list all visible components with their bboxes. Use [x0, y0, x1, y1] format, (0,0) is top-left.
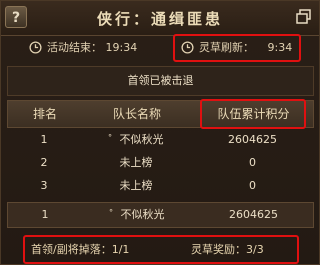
table-row: 3 未上榜 0	[7, 174, 314, 197]
column-header-rank: 排名	[32, 107, 57, 121]
activity-end-label: 活动结束：	[47, 41, 102, 54]
footer-highlight	[23, 235, 299, 264]
column-header-leader: 队长名称	[112, 107, 161, 121]
title-bar: ? 侠行：通缉匪患	[1, 1, 319, 36]
rank-cell: 2	[40, 156, 48, 169]
table-row: 2 未上榜 0	[7, 151, 314, 174]
rank-cell: 3	[40, 179, 48, 192]
herb-refresh-highlight	[173, 34, 301, 62]
score-cell: 0	[249, 179, 256, 192]
boss-status-notice: 首领已被击退	[7, 66, 314, 96]
my-team-row: 1 ゜不似秋光 2604625	[7, 202, 314, 228]
score-cell: 2604625	[228, 133, 277, 146]
my-score-cell: 2604625	[229, 208, 278, 221]
leader-name-cell: 未上榜	[119, 156, 153, 169]
clock-icon	[29, 40, 42, 54]
activity-end-time: 19:34	[105, 41, 138, 54]
my-leader-name-cell: ゜不似秋光	[109, 208, 165, 221]
table-row: 1 ゜不似秋光 2604625	[7, 128, 314, 151]
leader-name-cell: 未上榜	[119, 179, 153, 192]
leader-name-cell: ゜不似秋光	[108, 133, 164, 146]
activity-end-info: 活动结束： 19:34	[29, 37, 137, 59]
rank-cell: 1	[40, 133, 48, 146]
my-rank-cell: 1	[41, 208, 49, 221]
score-column-highlight	[200, 99, 306, 129]
window-toggle-icon[interactable]	[295, 8, 313, 26]
page-title: 侠行：通缉匪患	[96, 10, 223, 28]
event-panel: ? 侠行：通缉匪患 活动结束： 19:34 灵草刷新： 9:34 首领已被击退 …	[0, 0, 320, 265]
score-cell: 0	[249, 156, 256, 169]
